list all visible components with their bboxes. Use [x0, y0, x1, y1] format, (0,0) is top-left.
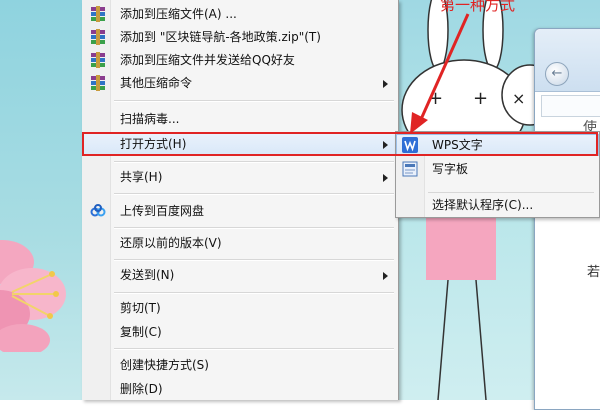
- context-menu: 添加到压缩文件(A) ... 添加到 "区块链导航-各地政策.zip"(T) 添…: [82, 0, 399, 400]
- menu-item-label: 共享(H): [120, 170, 163, 184]
- winrar-icon: [90, 6, 106, 22]
- menu-item-label: 添加到压缩文件并发送给QQ好友: [120, 53, 295, 67]
- menu-item-share[interactable]: 共享(H): [82, 166, 398, 188]
- window-address-field: [541, 95, 600, 117]
- menu-item-delete[interactable]: 删除(D): [82, 378, 398, 400]
- submenu-item-wps-writer[interactable]: WPS文字: [396, 134, 599, 156]
- menu-item-label: 复制(C): [120, 325, 162, 339]
- wps-writer-icon: [402, 137, 418, 153]
- menu-item-label: 删除(D): [120, 382, 163, 396]
- menu-item-restore-versions[interactable]: 还原以前的版本(V): [82, 232, 398, 254]
- open-with-submenu: WPS文字 写字板 选择默认程序(C)...: [395, 131, 600, 218]
- menu-item-other-compress[interactable]: 其他压缩命令: [82, 72, 398, 94]
- menu-item-upload-baidu[interactable]: 上传到百度网盘: [82, 200, 398, 222]
- menu-item-add-to-zip[interactable]: 添加到 "区块链导航-各地政策.zip"(T): [82, 26, 398, 48]
- menu-item-label: 打开方式(H): [120, 137, 187, 151]
- menu-separator: [114, 193, 394, 195]
- menu-item-label: 上传到百度网盘: [120, 204, 205, 218]
- menu-item-copy[interactable]: 复制(C): [82, 321, 398, 343]
- menu-item-cut[interactable]: 剪切(T): [82, 297, 398, 319]
- menu-item-label: 发送到(N): [120, 268, 175, 282]
- menu-separator: [114, 161, 394, 163]
- submenu-item-label: WPS文字: [432, 138, 483, 152]
- menu-item-label: 还原以前的版本(V): [120, 236, 222, 250]
- winrar-icon: [90, 52, 106, 68]
- menu-item-label: 剪切(T): [120, 301, 161, 315]
- baidu-netdisk-icon: [90, 203, 106, 219]
- menu-item-open-with[interactable]: 打开方式(H): [82, 133, 398, 155]
- menu-item-label: 添加到 "区块链导航-各地政策.zip"(T): [120, 30, 321, 44]
- menu-item-add-and-send-qq[interactable]: 添加到压缩文件并发送给QQ好友: [82, 49, 398, 71]
- menu-separator: [114, 348, 394, 350]
- submenu-arrow-icon: [383, 80, 388, 88]
- menu-item-label: 添加到压缩文件(A) ...: [120, 7, 237, 21]
- submenu-arrow-icon: [383, 141, 388, 149]
- winrar-icon: [90, 75, 106, 91]
- submenu-item-label: 写字板: [432, 162, 469, 176]
- menu-item-label: 扫描病毒...: [120, 112, 180, 126]
- svg-text:×: ×: [512, 89, 525, 108]
- window-text-fragment-2: 若: [587, 265, 600, 280]
- annotation-label: 第一种方式: [440, 0, 516, 14]
- submenu-separator: [428, 192, 594, 193]
- explorer-window-fragment: ← 使 若: [534, 28, 600, 410]
- submenu-item-label: 选择默认程序(C)...: [432, 198, 534, 212]
- submenu-item-wordpad[interactable]: 写字板: [396, 158, 599, 180]
- menu-item-label: 其他压缩命令: [120, 76, 193, 90]
- pink-flower-decoration: [0, 240, 66, 352]
- menu-separator: [114, 292, 394, 294]
- back-arrow-icon[interactable]: ←: [545, 62, 569, 86]
- winrar-icon: [90, 29, 106, 45]
- menu-item-add-to-archive[interactable]: 添加到压缩文件(A) ...: [82, 3, 398, 25]
- menu-item-scan-virus[interactable]: 扫描病毒...: [82, 108, 398, 130]
- window-header: [535, 29, 600, 92]
- menu-item-label: 创建快捷方式(S): [120, 358, 209, 372]
- svg-text:+: +: [473, 88, 488, 109]
- wordpad-icon: [402, 161, 418, 177]
- menu-separator: [114, 100, 394, 102]
- menu-separator: [114, 259, 394, 261]
- submenu-item-choose-default[interactable]: 选择默认程序(C)...: [396, 194, 599, 216]
- submenu-arrow-icon: [383, 174, 388, 182]
- menu-separator: [114, 227, 394, 229]
- submenu-arrow-icon: [383, 272, 388, 280]
- svg-text:+: +: [428, 88, 443, 109]
- menu-item-send-to[interactable]: 发送到(N): [82, 264, 398, 286]
- menu-item-create-shortcut[interactable]: 创建快捷方式(S): [82, 354, 398, 376]
